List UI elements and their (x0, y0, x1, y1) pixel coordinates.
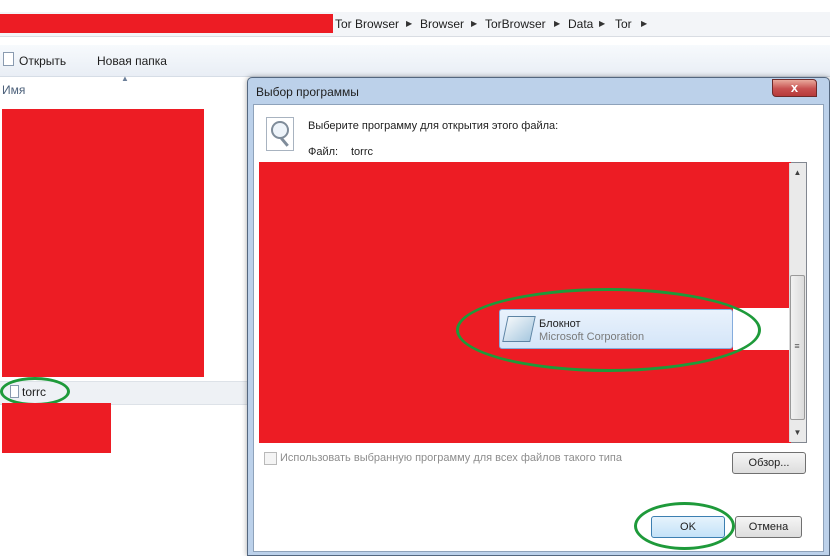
breadcrumb-arrow-icon[interactable]: ▶ (471, 16, 477, 32)
new-folder-button[interactable]: Новая папка (97, 53, 167, 69)
breadcrumb-torbrowser[interactable]: TorBrowser (485, 16, 546, 32)
breadcrumb-arrow-icon[interactable]: ▶ (554, 16, 560, 32)
breadcrumb-arrow-icon[interactable]: ▶ (641, 16, 647, 32)
annotation-circle-file (0, 377, 70, 406)
redacted-file-details (2, 403, 111, 453)
breadcrumb-arrow-icon[interactable]: ▶ (406, 16, 412, 32)
annotation-circle-ok (634, 502, 735, 550)
sort-ascending-icon: ▲ (121, 74, 129, 83)
redacted-path (0, 14, 333, 33)
scroll-down-icon[interactable]: ▼ (790, 424, 805, 441)
breadcrumb-arrow-icon[interactable]: ▶ (599, 16, 605, 32)
file-label: Файл: (308, 146, 339, 158)
open-button[interactable]: Открыть (19, 53, 66, 69)
dialog-prompt: Выберите программу для открытия этого фа… (308, 120, 559, 132)
browse-button[interactable]: Обзор... (732, 452, 806, 474)
breadcrumb-tor[interactable]: Tor (615, 16, 632, 32)
always-use-checkbox[interactable] (264, 452, 277, 465)
breadcrumb-tor-browser[interactable]: Tor Browser (335, 16, 399, 32)
open-file-icon[interactable] (3, 52, 14, 66)
redacted-file-list (2, 109, 204, 377)
breadcrumb-data[interactable]: Data (568, 16, 593, 32)
magnifier-lens-icon (271, 121, 289, 139)
close-button[interactable]: x (772, 79, 817, 97)
always-use-label[interactable]: Использовать выбранную программу для все… (280, 451, 622, 465)
file-value: torrc (351, 146, 373, 158)
scroll-up-icon[interactable]: ▲ (790, 164, 805, 181)
breadcrumb-browser[interactable]: Browser (420, 16, 464, 32)
annotation-circle-program (456, 288, 761, 372)
column-header-name[interactable]: Имя (2, 83, 25, 97)
grip-icon: ≡ (794, 341, 800, 351)
cancel-button[interactable]: Отмена (735, 516, 802, 538)
dialog-title: Выбор программы (256, 85, 359, 99)
